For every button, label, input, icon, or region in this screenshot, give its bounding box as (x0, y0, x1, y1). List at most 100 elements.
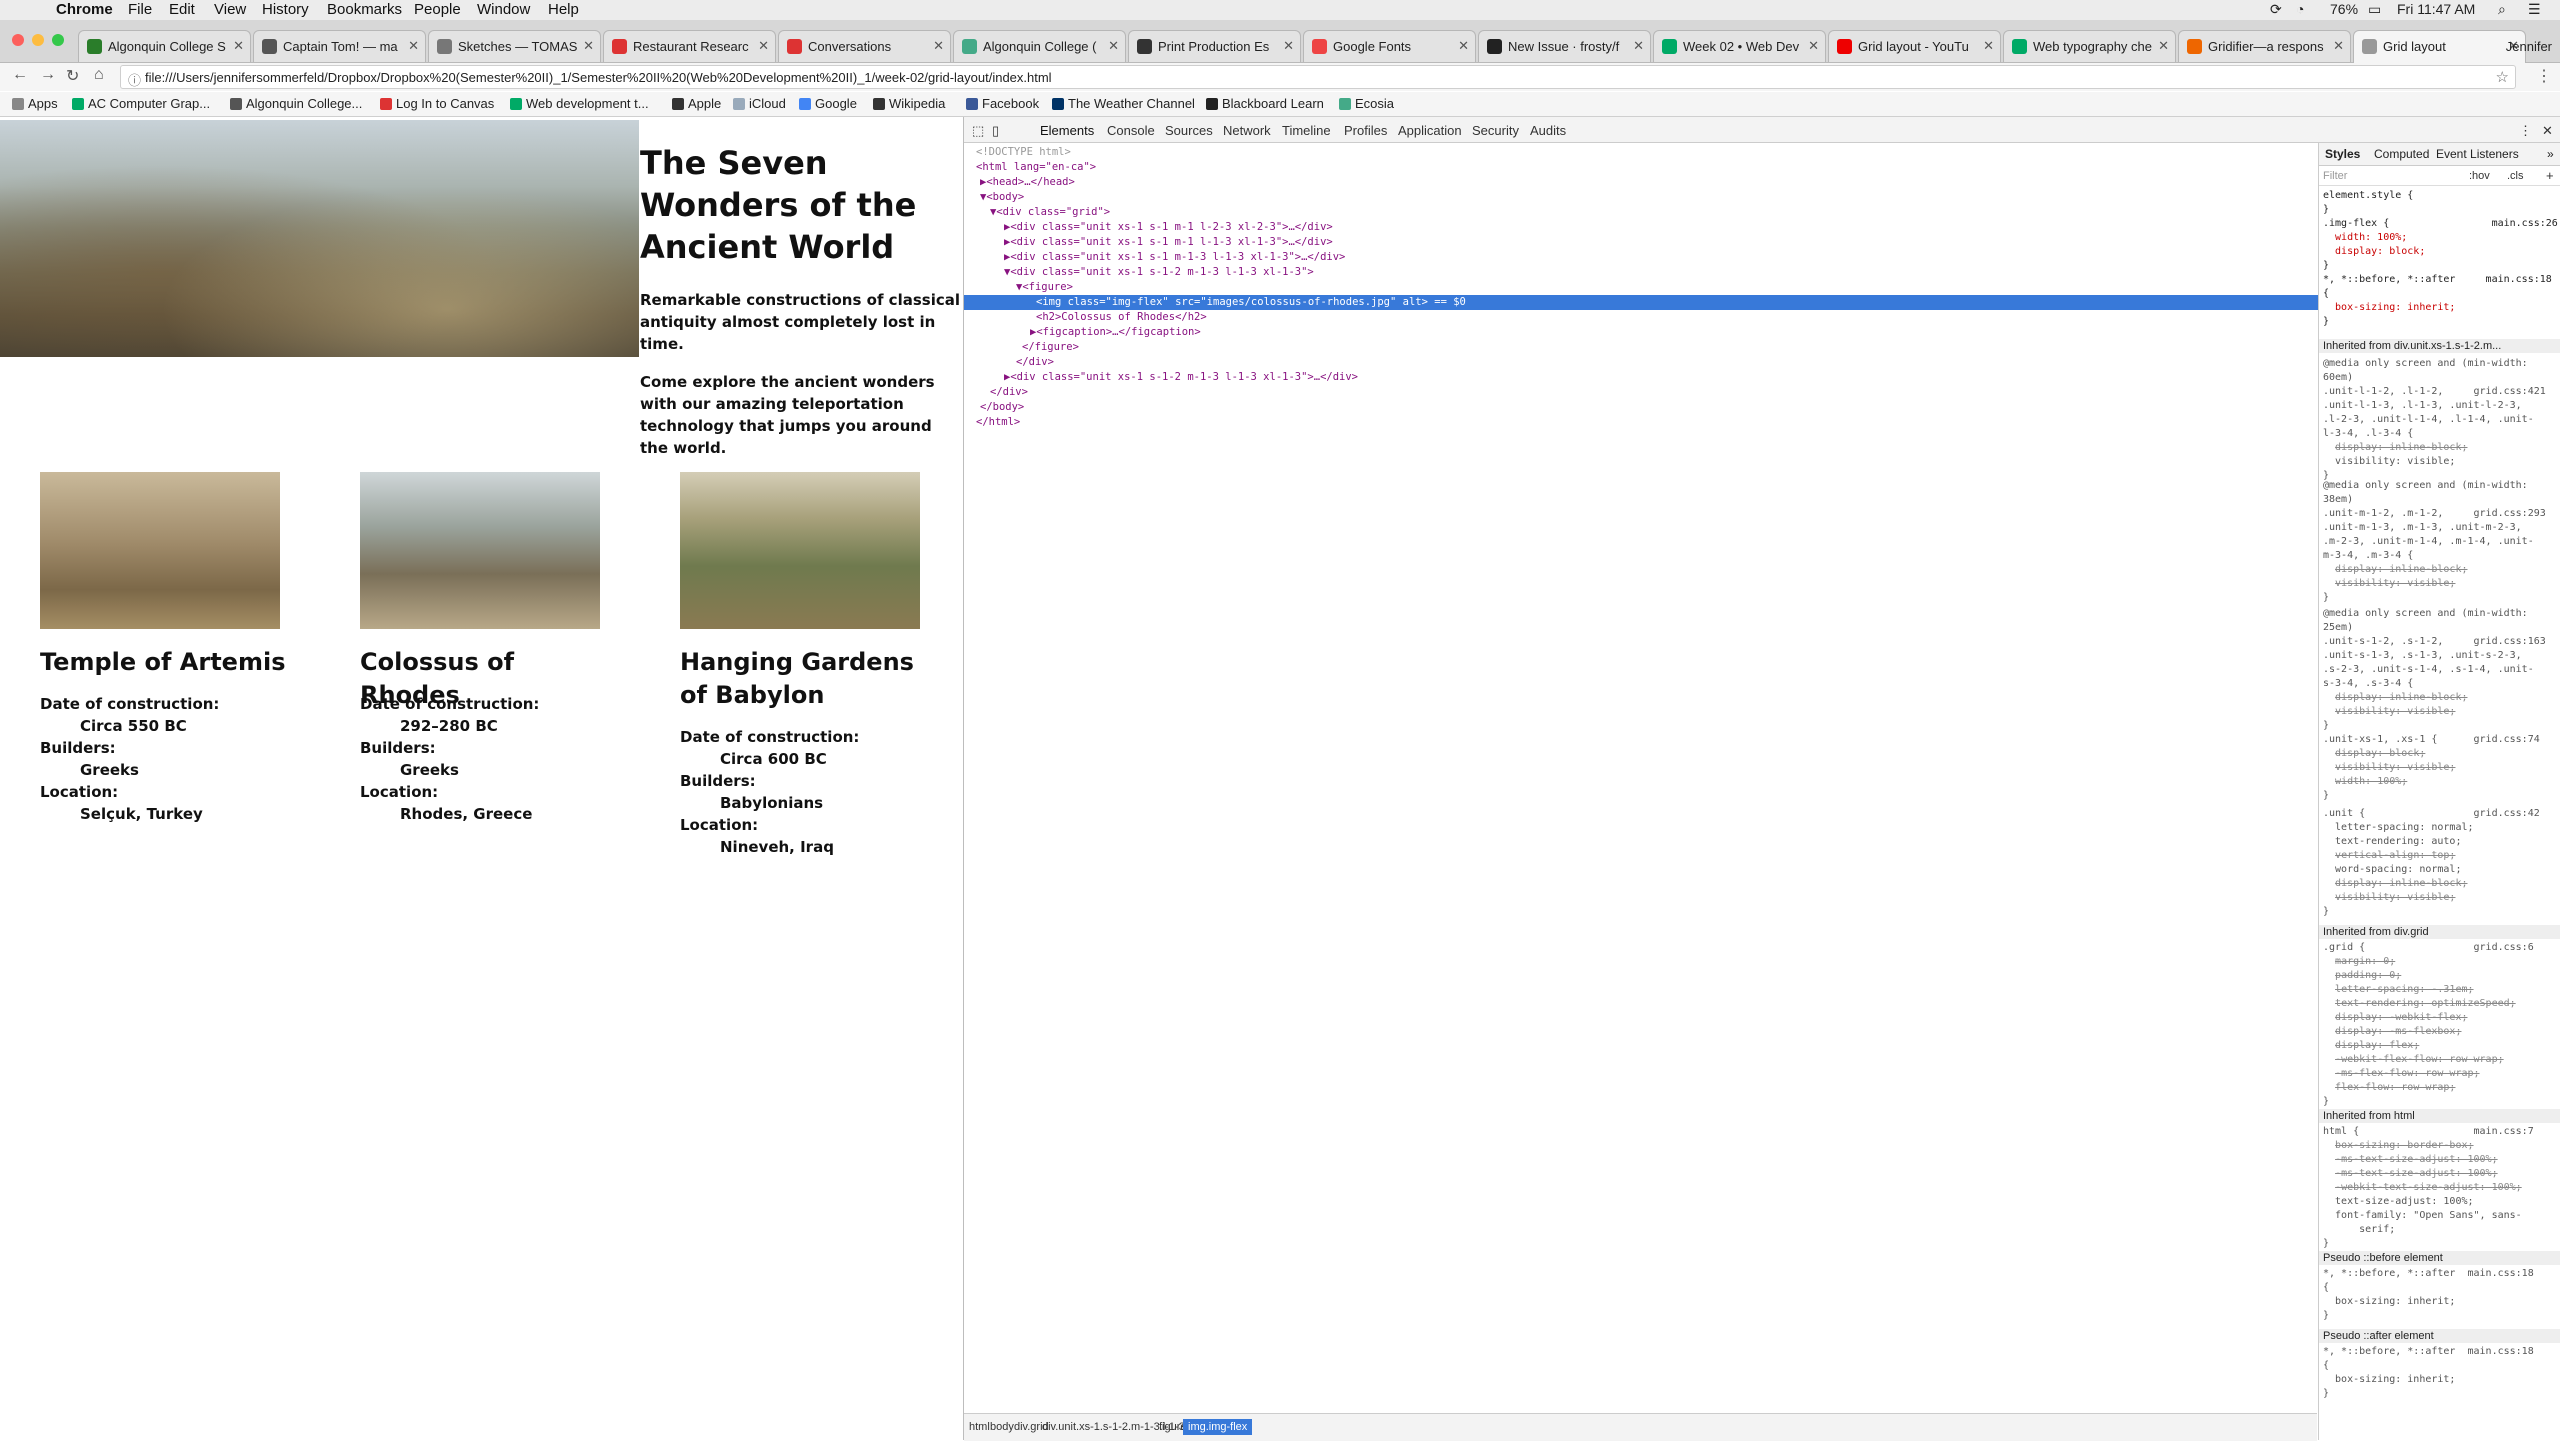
tab-close-icon[interactable]: ✕ (1808, 38, 1819, 54)
tab-profiles[interactable]: Profiles (1344, 123, 1387, 138)
menu-history[interactable]: History (262, 1, 309, 18)
dom-node[interactable]: </html> (976, 415, 1020, 430)
breadcrumb-item[interactable]: body (990, 1421, 1014, 1433)
dom-node[interactable]: ▶<div class="unit xs-1 s-1-2 m-1-3 l-1-3… (1004, 370, 1358, 385)
dom-node[interactable]: <h2>Colossus of Rhodes</h2> (1036, 310, 1207, 325)
menu-edit[interactable]: Edit (169, 1, 195, 18)
minimize-window-button[interactable] (32, 34, 44, 46)
home-icon[interactable]: ⌂ (94, 66, 104, 84)
dom-node[interactable]: ▶<div class="unit xs-1 s-1 m-1 l-2-3 xl-… (1004, 220, 1333, 235)
tab-security[interactable]: Security (1472, 123, 1519, 138)
breadcrumb-item[interactable]: img.img-flex (1183, 1419, 1253, 1435)
tab-3[interactable]: Restaurant Researc ✕ (603, 30, 776, 62)
devtools-close-icon[interactable]: ✕ (2542, 123, 2553, 139)
dom-node[interactable]: ▼<div class="grid"> (990, 205, 1110, 220)
dom-node[interactable]: <html lang="en-ca"> (976, 160, 1096, 175)
menu-file[interactable]: File (128, 1, 152, 18)
tab-2[interactable]: Sketches — TOMAS ✕ (428, 30, 601, 62)
tab-5[interactable]: Algonquin College (✕ (953, 30, 1126, 62)
menu-people[interactable]: People (414, 1, 461, 18)
bookmark-8[interactable]: Wikipedia (873, 96, 945, 111)
bookmark-4[interactable]: Web development t... (510, 96, 649, 111)
sync-icon[interactable]: ⟳ (2270, 1, 2282, 18)
menu-window[interactable]: Window (477, 1, 530, 18)
close-window-button[interactable] (12, 34, 24, 46)
chrome-menu-icon[interactable]: ⋮ (2536, 66, 2552, 86)
tab-1[interactable]: Captain Tom! — ma ✕ (253, 30, 426, 62)
dom-node[interactable]: ▶<div class="unit xs-1 s-1 m-1 l-1-3 xl-… (1004, 235, 1333, 250)
tab-10[interactable]: Grid layout - YouTu ✕ (1828, 30, 2001, 62)
bookmark-9[interactable]: Facebook (966, 96, 1039, 111)
tab-styles[interactable]: Styles (2325, 147, 2360, 161)
bookmark-0[interactable]: Apps (12, 96, 58, 111)
menu-view[interactable]: View (214, 1, 246, 18)
dom-node[interactable]: </div> (1016, 355, 1054, 370)
tab-7[interactable]: Google Fonts ✕ (1303, 30, 1476, 62)
tab-network[interactable]: Network (1223, 123, 1271, 138)
tab-sources[interactable]: Sources (1165, 123, 1213, 138)
tab-application[interactable]: Application (1398, 123, 1462, 138)
tab-close-icon[interactable]: ✕ (2333, 38, 2344, 54)
forward-icon[interactable]: → (40, 66, 56, 84)
bookmark-2[interactable]: Algonquin College... (230, 96, 362, 111)
dom-node[interactable]: ▶<head>…</head> (980, 175, 1075, 190)
device-toolbar-icon[interactable]: ▯ (992, 123, 999, 139)
dom-node[interactable]: ▼<body> (980, 190, 1024, 205)
more-tabs-icon[interactable]: » (2547, 147, 2554, 161)
tab-close-icon[interactable]: ✕ (233, 38, 244, 54)
tab-6[interactable]: Print Production Es ✕ (1128, 30, 1301, 62)
wifi-icon[interactable]: ◔ (2296, 1, 2304, 17)
tab-close-icon[interactable]: ✕ (1633, 38, 1644, 54)
notification-center-icon[interactable]: ☰ (2528, 1, 2541, 18)
bookmark-10[interactable]: The Weather Channel (1052, 96, 1195, 111)
zoom-window-button[interactable] (52, 34, 64, 46)
dom-node[interactable]: ▼<figure> (1016, 280, 1073, 295)
inspect-element-icon[interactable]: ⬚ (972, 123, 984, 139)
tab-close-icon[interactable]: ✕ (1108, 38, 1119, 54)
bookmark-3[interactable]: Log In to Canvas (380, 96, 494, 111)
tab-console[interactable]: Console (1107, 123, 1155, 138)
new-style-rule-icon[interactable]: + (2546, 168, 2554, 183)
tab-close-icon[interactable]: ✕ (758, 38, 769, 54)
tab-elements[interactable]: Elements (1040, 123, 1094, 138)
tab-8[interactable]: New Issue · frosty/f ✕ (1478, 30, 1651, 62)
menu-bookmarks[interactable]: Bookmarks (327, 1, 402, 18)
menu-chrome[interactable]: Chrome (56, 1, 113, 18)
tab-0[interactable]: Algonquin College S ✕ (78, 30, 251, 62)
clock[interactable]: Fri 11:47 AM (2397, 1, 2475, 17)
page-info-icon[interactable]: ⓘ (128, 70, 141, 89)
tab-computed[interactable]: Computed (2374, 147, 2429, 161)
hover-state-toggle[interactable]: :hov (2469, 170, 2490, 182)
class-toggle[interactable]: .cls (2507, 170, 2524, 182)
reload-icon[interactable]: ↻ (66, 66, 79, 86)
bookmark-1[interactable]: AC Computer Grap... (72, 96, 210, 111)
tab-4[interactable]: Conversations ✕ (778, 30, 951, 62)
tab-close-icon[interactable]: ✕ (1458, 38, 1469, 54)
tab-close-icon[interactable]: ✕ (583, 38, 594, 54)
tab-12[interactable]: Gridifier—a respons ✕ (2178, 30, 2351, 62)
dom-node[interactable]: ▼<div class="unit xs-1 s-1-2 m-1-3 l-1-3… (1004, 265, 1314, 280)
styles-filter[interactable]: Filter :hov .cls + (2319, 167, 2560, 186)
breadcrumb-item[interactable]: html (969, 1421, 990, 1433)
dom-node[interactable]: <img class="img-flex" src="images/coloss… (964, 295, 2389, 310)
dom-node[interactable]: ▶<figcaption>…</figcaption> (1030, 325, 1201, 340)
battery-icon[interactable]: ▭ (2368, 1, 2381, 18)
bookmark-11[interactable]: Blackboard Learn (1206, 96, 1324, 111)
dom-node[interactable]: </div> (990, 385, 1028, 400)
profile-button[interactable]: Jennifer (2458, 34, 2552, 60)
devtools-menu-icon[interactable]: ⋮ (2519, 123, 2532, 139)
spotlight-icon[interactable]: ⌕ (2498, 1, 2506, 18)
bookmark-6[interactable]: iCloud (733, 96, 786, 111)
tab-close-icon[interactable]: ✕ (933, 38, 944, 54)
dom-node[interactable]: </body> (980, 400, 1024, 415)
bookmark-7[interactable]: Google (799, 96, 857, 111)
tab-event-listeners[interactable]: Event Listeners (2436, 147, 2519, 161)
tab-close-icon[interactable]: ✕ (2158, 38, 2169, 54)
dom-node[interactable]: </figure> (1022, 340, 1079, 355)
tab-11[interactable]: Web typography che ✕ (2003, 30, 2176, 62)
tab-close-icon[interactable]: ✕ (1283, 38, 1294, 54)
bookmark-12[interactable]: Ecosia (1339, 96, 1394, 111)
dom-node[interactable]: ▶<div class="unit xs-1 s-1 m-1-3 l-1-3 x… (1004, 250, 1345, 265)
tab-timeline[interactable]: Timeline (1282, 123, 1331, 138)
tab-9[interactable]: Week 02 • Web Dev ✕ (1653, 30, 1826, 62)
